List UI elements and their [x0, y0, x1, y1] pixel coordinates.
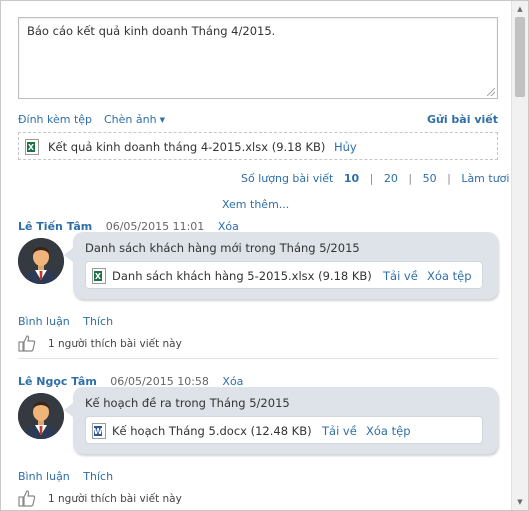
submit-post-button[interactable]: Gửi bài viết	[427, 113, 498, 126]
remove-file-link[interactable]: Xóa tệp	[427, 269, 472, 283]
download-link[interactable]: Tải về	[383, 269, 418, 283]
attachment-card: W Kế hoạch Tháng 5.docx (12.48 KB) Tải v…	[85, 416, 483, 444]
attachment-name: Danh sách khách hàng 5-2015.xlsx (9.18 K…	[112, 269, 372, 283]
page-size-10[interactable]: 10	[344, 172, 359, 185]
post-actions: Bình luận Thích	[18, 315, 113, 328]
post-text: Danh sách khách hàng mới trong Tháng 5/2…	[85, 241, 360, 255]
caret-down-icon: ▼	[159, 116, 165, 124]
svg-text:X: X	[95, 272, 102, 281]
attachment-preview: X Kết quả kinh doanh tháng 4-2015.xlsx (…	[18, 132, 498, 160]
svg-text:X: X	[28, 143, 35, 152]
scroll-up-icon[interactable]: ▲	[512, 1, 528, 17]
cancel-attachment-link[interactable]: Hủy	[334, 140, 357, 154]
comment-link[interactable]: Bình luận	[18, 470, 70, 483]
composer-toolbar: Đính kèm tệp Chèn ảnh ▼ Gửi bài viết	[18, 113, 498, 127]
attachment-card: X Danh sách khách hàng 5-2015.xlsx (9.18…	[85, 261, 483, 289]
page-size-20[interactable]: 20	[384, 172, 398, 185]
wall-panel: Báo cáo kết quả kinh doanh Tháng 4/2015.…	[0, 0, 529, 511]
post-text: Báo cáo kết quả kinh doanh Tháng 4/2015.	[27, 24, 276, 38]
thumbs-up-icon	[18, 490, 36, 510]
avatar	[18, 393, 64, 439]
post-bubble: Kế hoạch đề ra trong Tháng 5/2015 W Kế h…	[64, 387, 498, 454]
separator: |	[408, 172, 413, 185]
post-item: Lê Tiến Tâm 06/05/2015 11:01 Xóa Danh sá…	[18, 220, 498, 355]
post-divider	[18, 358, 498, 359]
page-size-50[interactable]: 50	[423, 172, 437, 185]
remove-file-link[interactable]: Xóa tệp	[366, 424, 411, 438]
scroll-down-icon[interactable]: ▼	[512, 494, 528, 510]
post-actions: Bình luận Thích	[18, 470, 113, 483]
insert-image-label: Chèn ảnh	[104, 113, 157, 126]
refresh-link[interactable]: Làm tươi	[461, 172, 509, 185]
separator: |	[447, 172, 451, 185]
like-link[interactable]: Thích	[83, 470, 113, 483]
post-textarea[interactable]: Báo cáo kết quả kinh doanh Tháng 4/2015.	[18, 17, 498, 99]
word-file-icon: W	[92, 423, 106, 442]
separator: |	[369, 172, 374, 185]
wall-content: Báo cáo kết quả kinh doanh Tháng 4/2015.…	[1, 1, 512, 510]
post-bubble: Danh sách khách hàng mới trong Tháng 5/2…	[64, 232, 498, 299]
attachment-name: Kế hoạch Tháng 5.docx (12.48 KB)	[112, 424, 312, 438]
avatar	[18, 238, 64, 284]
comment-link[interactable]: Bình luận	[18, 315, 70, 328]
likes-summary: 1 người thích bài viết này	[18, 334, 182, 355]
scrollbar-thumb[interactable]	[515, 17, 525, 97]
resize-grip-icon[interactable]	[487, 88, 495, 96]
likes-text: 1 người thích bài viết này	[48, 493, 182, 505]
attach-file-link[interactable]: Đính kèm tệp	[18, 113, 92, 126]
likes-text: 1 người thích bài viết này	[48, 338, 182, 350]
see-more-link[interactable]: Xem thêm...	[222, 198, 289, 211]
post-count-label: Số lượng bài viết	[241, 172, 334, 185]
vertical-scrollbar[interactable]: ▲ ▼	[511, 1, 528, 510]
svg-text:W: W	[94, 427, 103, 436]
insert-image-dropdown[interactable]: Chèn ảnh ▼	[104, 113, 165, 126]
post-item: Lê Ngọc Tâm 06/05/2015 10:58 Xóa Kế hoạc…	[18, 375, 498, 510]
likes-summary: 1 người thích bài viết này	[18, 489, 182, 510]
excel-file-icon: X	[25, 139, 39, 158]
post-count-selector: Số lượng bài viết 10 | 20 | 50 | Làm tươ…	[241, 172, 516, 185]
excel-file-icon: X	[92, 268, 106, 287]
like-link[interactable]: Thích	[83, 315, 113, 328]
post-text: Kế hoạch đề ra trong Tháng 5/2015	[85, 396, 290, 410]
attachment-name: Kết quả kinh doanh tháng 4-2015.xlsx (9.…	[48, 140, 326, 154]
download-link[interactable]: Tải về	[322, 424, 357, 438]
thumbs-up-icon	[18, 335, 36, 355]
